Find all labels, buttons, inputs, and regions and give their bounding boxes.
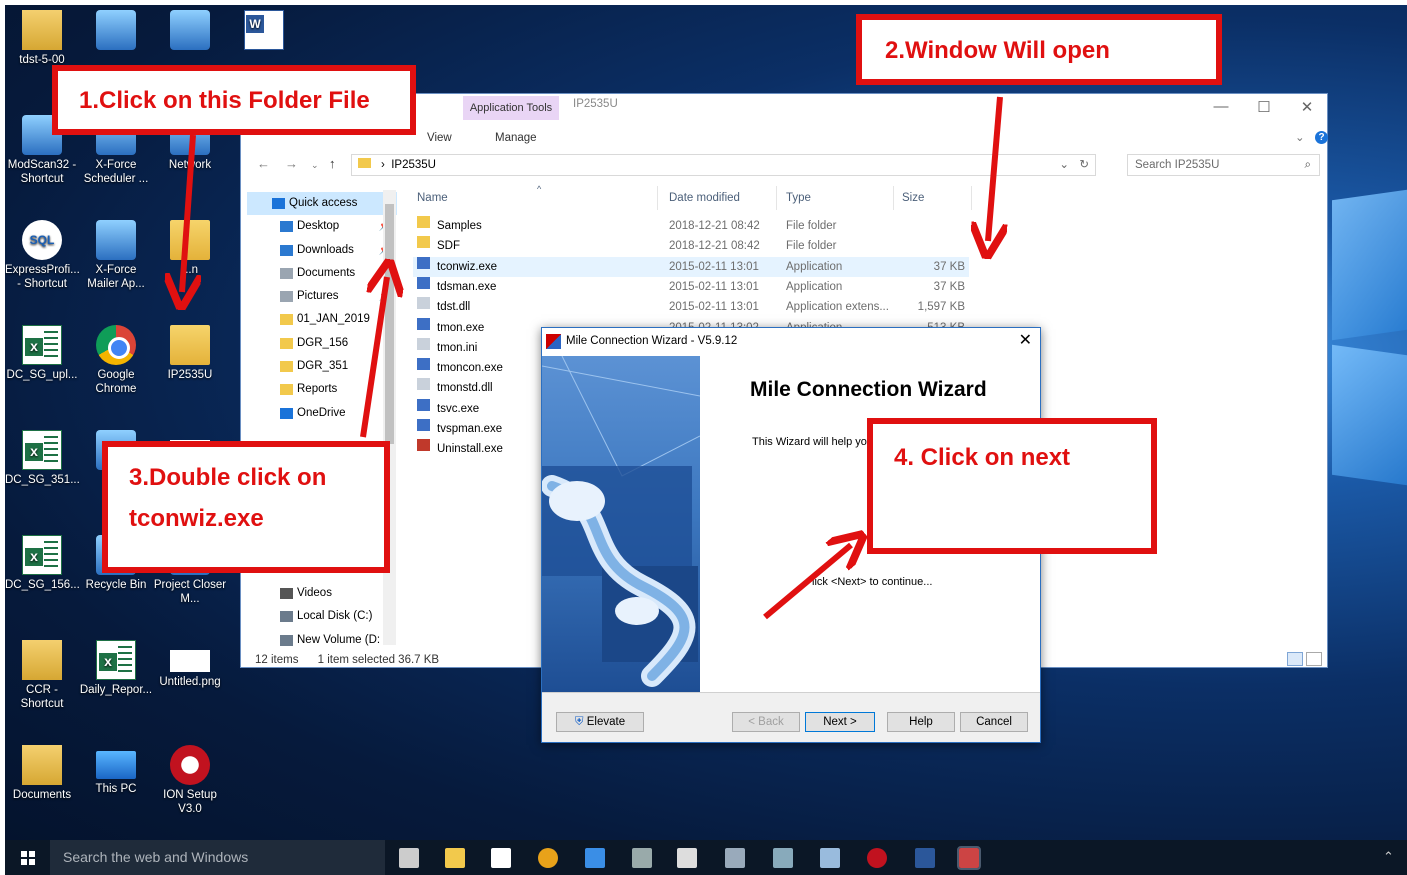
tray-chevron-icon[interactable]: ⌃ [1383, 849, 1394, 865]
paint-icon[interactable] [820, 848, 840, 868]
desktop: tdst-5-00ModScan32 - ShortcutX-Force Sch… [5, 5, 1407, 875]
snipping-icon[interactable] [632, 848, 652, 868]
store-icon[interactable] [491, 848, 511, 868]
taskbar: Search the web and Windows ⌃ [5, 840, 1407, 875]
chrome-icon[interactable] [538, 848, 558, 868]
ion-icon[interactable] [867, 848, 887, 868]
annotation-arrows [5, 96, 1407, 620]
file-explorer-icon[interactable] [445, 848, 465, 868]
sql-icon[interactable] [677, 848, 697, 868]
taskbar-search-input[interactable]: Search the web and Windows [50, 840, 385, 875]
edge-icon[interactable] [585, 848, 605, 868]
word-icon[interactable] [915, 848, 935, 868]
arrow-step2 [988, 96, 1000, 241]
arrow-step3 [360, 277, 387, 438]
network-tool-icon[interactable] [773, 848, 793, 868]
arrow-step1 [182, 134, 193, 292]
start-button-icon[interactable] [21, 851, 35, 865]
wizard-icon[interactable] [957, 846, 981, 870]
task-view-icon[interactable] [399, 848, 419, 868]
arrow-step4 [763, 545, 851, 620]
magnifier-icon[interactable] [725, 848, 745, 868]
